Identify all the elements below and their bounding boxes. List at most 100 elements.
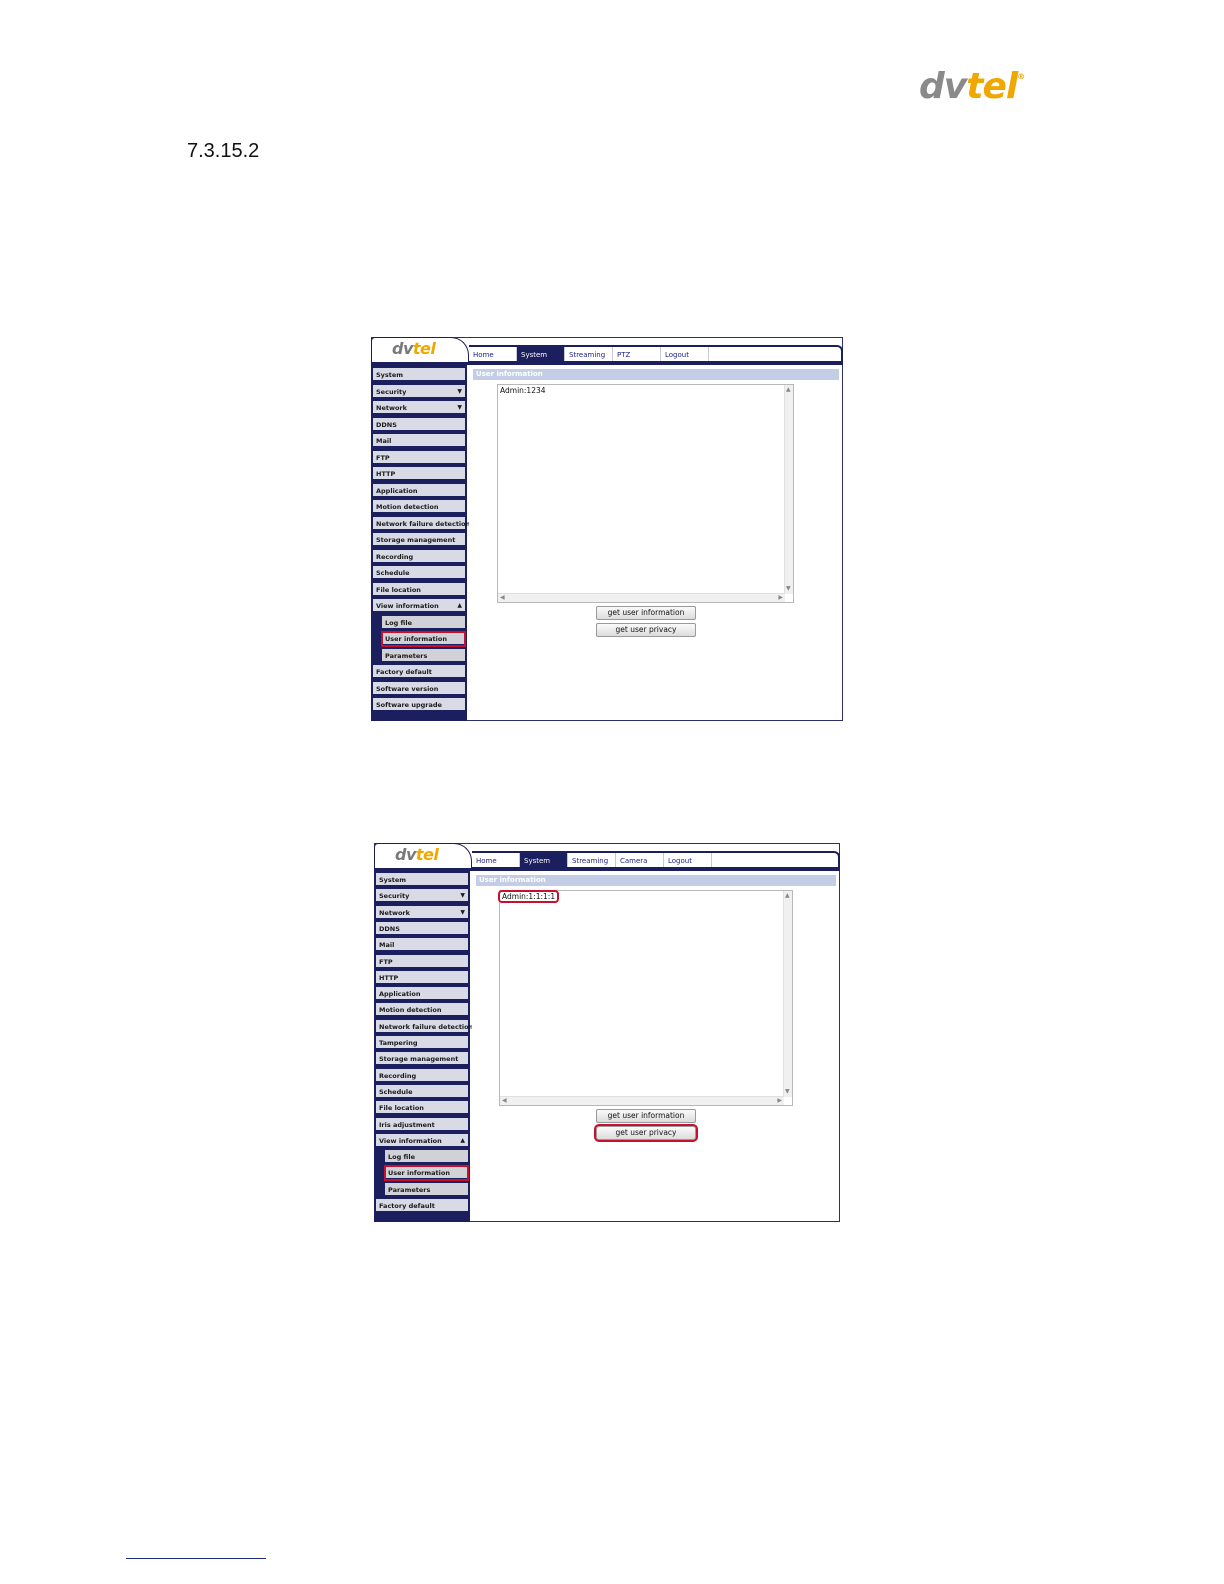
get-user-privacy-button[interactable]: get user privacy xyxy=(596,623,696,637)
sidebar-item-label: Tampering xyxy=(379,1039,418,1047)
sidebar-item-recording[interactable]: Recording xyxy=(373,549,465,564)
collapse-arrow-icon[interactable]: ▲ xyxy=(457,599,462,613)
sidebar-item-http[interactable]: HTTP xyxy=(373,467,465,481)
sidebar-item-label: HTTP xyxy=(376,470,396,478)
expand-arrow-icon[interactable]: ▼ xyxy=(460,889,465,903)
sidebar-item-label: Network xyxy=(379,908,410,917)
scroll-down-icon[interactable]: ▼ xyxy=(786,586,791,592)
sidebar-item-security[interactable]: Security ▼ xyxy=(376,889,468,904)
sidebar-item-motion-detection[interactable]: Motion detection xyxy=(376,1003,468,1018)
sidebar-item-http[interactable]: HTTP xyxy=(376,970,468,985)
sidebar-item-network[interactable]: Network ▼ xyxy=(376,905,468,920)
sidebar-item-factory-default[interactable]: Factory default xyxy=(373,665,465,679)
sidebar-item-schedule[interactable]: Schedule xyxy=(376,1084,468,1099)
sidebar-item-label: Mail xyxy=(376,437,392,445)
sidebar-item-label: User information xyxy=(388,1169,450,1178)
sidebar-menu: System Security ▼ Network ▼ DDNS Mail FTP HTTP Ap… xyxy=(371,365,470,721)
sidebar-item-label: Parameters xyxy=(388,1185,431,1194)
app-logo-tab: dvtel xyxy=(371,337,469,362)
scroll-left-icon[interactable]: ◀ xyxy=(500,595,505,601)
sidebar-item-label: Iris adjustment xyxy=(379,1120,435,1129)
sidebar-item-software-version[interactable]: Software version xyxy=(373,681,465,696)
user-info-text: Admin:1234 xyxy=(500,386,546,395)
user-info-textarea[interactable]: Admin:1:1:1:1 ▲ ▼ ◀ ▶ xyxy=(497,890,793,1106)
sidebar-item-label: Log file xyxy=(385,618,412,627)
expand-arrow-icon[interactable]: ▼ xyxy=(460,906,465,920)
sidebar-item-label: Storage management xyxy=(376,536,456,544)
scroll-left-icon[interactable]: ◀ xyxy=(502,1098,507,1104)
scroll-up-icon[interactable]: ▲ xyxy=(786,387,791,393)
sidebar-item-security[interactable]: Security ▼ xyxy=(373,384,465,399)
sidebar-item-ftp[interactable]: FTP xyxy=(376,954,468,969)
sidebar-item-label: DDNS xyxy=(379,924,400,933)
sidebar-item-label: Parameters xyxy=(385,651,428,660)
sidebar-item-label: Log file xyxy=(388,1153,415,1162)
sidebar-item-log-file[interactable]: Log file xyxy=(382,615,465,630)
sidebar-item-network-failure-detection[interactable]: Network failure detection xyxy=(376,1019,473,1034)
content-title: User information xyxy=(476,875,836,886)
sidebar-item-application[interactable]: Application xyxy=(373,483,465,498)
sidebar-item-iris-adjustment[interactable]: Iris adjustment xyxy=(376,1117,468,1132)
vertical-scrollbar[interactable]: ▲ ▼ xyxy=(784,385,793,594)
sidebar-item-view-information[interactable]: View information ▲ xyxy=(373,599,465,613)
sidebar-item-user-information[interactable]: User information xyxy=(384,1165,469,1182)
sidebar-menu: System Security ▼ Network ▼ DDNS Mail FTP HTTP Ap… xyxy=(374,871,473,1222)
sidebar-item-label: File location xyxy=(376,585,421,594)
user-info-text: Admin:1:1:1:1 xyxy=(497,890,560,903)
sidebar-item-label: Schedule xyxy=(379,1087,413,1096)
vertical-scrollbar[interactable]: ▲ ▼ xyxy=(783,891,792,1097)
sidebar-item-label: Motion detection xyxy=(379,1006,442,1015)
get-user-information-button[interactable]: get user information xyxy=(596,1109,696,1123)
sidebar-item-file-location[interactable]: File location xyxy=(373,582,465,597)
sidebar-item-parameters[interactable]: Parameters xyxy=(382,648,465,663)
sidebar-item-label: View information xyxy=(379,1136,442,1145)
sidebar-item-label: Motion detection xyxy=(376,503,439,511)
sidebar-item-software-upgrade[interactable]: Software upgrade xyxy=(373,698,465,712)
horizontal-scrollbar[interactable]: ◀ ▶ xyxy=(500,1096,784,1105)
sidebar-item-factory-default[interactable]: Factory default xyxy=(376,1199,468,1213)
scroll-right-icon[interactable]: ▶ xyxy=(778,595,783,601)
user-info-textarea[interactable]: Admin:1234 ▲ ▼ ◀ ▶ xyxy=(497,384,794,603)
sidebar-item-label: System xyxy=(376,371,404,379)
sidebar-item-label: Factory default xyxy=(379,1202,435,1210)
sidebar-item-ftp[interactable]: FTP xyxy=(373,450,465,465)
sidebar-item-recording[interactable]: Recording xyxy=(376,1068,468,1083)
sidebar-item-network-failure-detection[interactable]: Network failure detection xyxy=(373,516,470,531)
scroll-right-icon[interactable]: ▶ xyxy=(777,1098,782,1104)
sidebar-item-label: Schedule xyxy=(376,569,410,577)
content-title: User information xyxy=(473,369,839,380)
sidebar-item-motion-detection[interactable]: Motion detection xyxy=(373,500,465,514)
sidebar-item-storage-management[interactable]: Storage management xyxy=(376,1052,468,1067)
sidebar-item-system[interactable]: System xyxy=(373,368,465,382)
sidebar-item-mail[interactable]: Mail xyxy=(373,434,465,448)
sidebar-item-ddns[interactable]: DDNS xyxy=(373,417,465,432)
sidebar-item-parameters[interactable]: Parameters xyxy=(385,1182,468,1197)
sidebar-item-schedule[interactable]: Schedule xyxy=(373,566,465,580)
sidebar-item-label: User information xyxy=(385,635,447,643)
sidebar-item-system[interactable]: System xyxy=(376,873,468,887)
get-user-privacy-button[interactable]: get user privacy xyxy=(594,1124,698,1142)
sidebar-item-label: DDNS xyxy=(376,420,397,429)
screenshot-user-information-2: dvtel Home System Streaming Camera Logou… xyxy=(374,843,840,1222)
sidebar-item-network[interactable]: Network ▼ xyxy=(373,401,465,415)
horizontal-scrollbar[interactable]: ◀ ▶ xyxy=(498,593,785,602)
sidebar-item-application[interactable]: Application xyxy=(376,987,468,1002)
sidebar-item-user-information[interactable]: User information xyxy=(381,631,466,647)
footnote-rule xyxy=(126,1558,266,1559)
sidebar-item-log-file[interactable]: Log file xyxy=(385,1150,468,1165)
sidebar-item-tampering[interactable]: Tampering xyxy=(376,1036,468,1050)
sidebar-item-file-location[interactable]: File location xyxy=(376,1101,468,1116)
sidebar-item-mail[interactable]: Mail xyxy=(376,938,468,953)
app-logo-tab: dvtel xyxy=(374,843,472,868)
sidebar-item-ddns[interactable]: DDNS xyxy=(376,921,468,936)
collapse-arrow-icon[interactable]: ▲ xyxy=(460,1134,465,1148)
expand-arrow-icon[interactable]: ▼ xyxy=(457,385,462,399)
get-user-information-button[interactable]: get user information xyxy=(596,606,696,620)
expand-arrow-icon[interactable]: ▼ xyxy=(457,401,462,415)
sidebar-item-label: Security xyxy=(379,892,410,901)
sidebar-item-view-information[interactable]: View information ▲ xyxy=(376,1133,468,1148)
sidebar-item-label: Security xyxy=(376,387,407,396)
sidebar-item-storage-management[interactable]: Storage management xyxy=(373,533,465,547)
scroll-up-icon[interactable]: ▲ xyxy=(785,893,790,899)
scroll-down-icon[interactable]: ▼ xyxy=(785,1089,790,1095)
